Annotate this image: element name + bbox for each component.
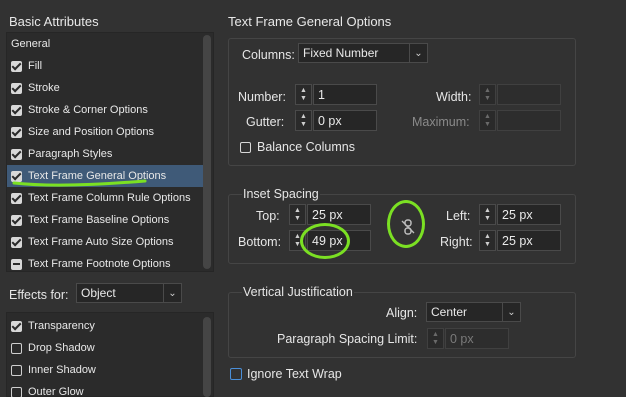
annotation-circle-bottom <box>300 223 350 259</box>
annotation-overlay <box>12 179 147 187</box>
annotation-circle-link <box>387 200 425 248</box>
annotation-underline <box>12 179 147 187</box>
